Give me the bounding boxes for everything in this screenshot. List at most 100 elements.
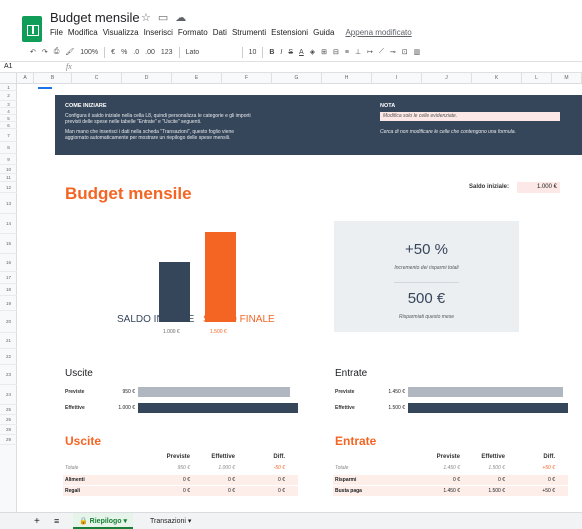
column-header[interactable]: K [472,73,522,84]
row-header[interactable]: 16 [0,254,17,272]
banner-text: previsti delle spese nelle tabelle "Entr… [65,119,202,125]
column-header[interactable]: E [172,73,222,84]
chart-icon[interactable]: ▥ [414,48,421,56]
row-header[interactable]: 1 [0,84,17,91]
currency-button[interactable]: € [111,49,115,56]
row-header[interactable]: 22 [0,349,17,365]
table-header: Previste [436,454,460,460]
all-sheets-icon[interactable]: ≡ [54,516,59,526]
saldo-iniziale-input[interactable]: 1.000 € [517,182,560,193]
menu-item[interactable]: Guida [313,28,334,37]
move-folder-icon[interactable]: ▭ [158,11,168,24]
star-icon[interactable]: ☆ [141,11,151,24]
row-category: Alimenti [65,477,85,483]
fx-icon: fx [66,62,72,71]
font-select[interactable]: Lato [186,49,236,56]
sheet-grid[interactable]: COME INIZIARE Configura il saldo inizial… [17,84,582,512]
summary-row-value: 950 € [122,389,135,395]
column-header[interactable]: D [122,73,172,84]
redo-icon[interactable]: ↷ [42,48,48,56]
document-title[interactable]: Budget mensile [50,10,140,25]
menu-item[interactable]: Dati [213,28,227,37]
undo-icon[interactable]: ↶ [30,48,36,56]
text-color-button[interactable]: A [299,49,304,56]
row-header[interactable]: 9 [0,154,17,165]
row-value: 1.500 € [488,488,505,494]
merge-icon[interactable]: ⊟ [333,48,339,56]
table-header: Diff. [543,454,555,460]
column-header[interactable]: L [522,73,552,84]
column-header[interactable]: J [422,73,472,84]
menu-item[interactable]: Estensioni [271,28,308,37]
menu-item[interactable]: Visualizza [103,28,139,37]
row-header[interactable]: 21 [0,333,17,349]
valign-icon[interactable]: ⊥ [355,48,361,56]
paint-format-icon[interactable]: 🖌 [65,48,74,56]
row-category: Risparmi [335,477,357,483]
select-all-corner[interactable] [0,73,17,84]
row-header[interactable]: 14 [0,214,17,234]
comment-icon[interactable]: ⊡ [402,48,408,56]
number-format-select[interactable]: 123 [161,49,173,56]
row-header[interactable]: 28 [0,425,17,435]
menu-item[interactable]: Inserisci [144,28,173,37]
italic-button[interactable]: I [280,49,282,56]
tab-transazioni[interactable]: Transazioni ▾ [150,517,191,525]
menu-item[interactable]: File [50,28,63,37]
link-icon[interactable]: ⊸ [390,48,396,56]
row-header[interactable]: 29 [0,435,17,445]
column-header[interactable]: B [34,73,72,84]
row-header[interactable]: 10 [0,165,17,174]
menu-item[interactable]: Formato [178,28,208,37]
strikethrough-button[interactable]: S [288,49,293,56]
wrap-icon[interactable]: ↦ [367,48,373,56]
row-header[interactable]: 13 [0,193,17,214]
row-header[interactable]: 4 [0,108,17,115]
row-header[interactable]: 26 [0,415,17,425]
column-header[interactable]: C [72,73,122,84]
row-header[interactable]: 24 [0,385,17,405]
name-box[interactable]: A1 [4,63,13,70]
row-header[interactable]: 7 [0,129,17,142]
decrease-decimal-button[interactable]: .0 [133,49,139,56]
borders-icon[interactable]: ⊞ [321,48,327,56]
tab-riepilogo[interactable]: 🔒 Riepilogo ▾ [73,513,134,529]
align-icon[interactable]: ≡ [345,49,349,56]
column-header[interactable]: H [322,73,372,84]
table-header: Effettive [211,454,235,460]
row-header[interactable]: 8 [0,142,17,154]
fill-color-icon[interactable]: ◈ [310,48,315,56]
row-header[interactable]: 2 [0,91,17,101]
increase-decimal-button[interactable]: .00 [145,49,155,56]
add-sheet-icon[interactable]: + [34,516,40,527]
column-header[interactable]: I [372,73,422,84]
row-header[interactable]: 11 [0,174,17,182]
menu-item[interactable]: Strumenti [232,28,266,37]
row-header[interactable]: 18 [0,284,17,296]
bold-button[interactable]: B [269,49,274,56]
sheets-logo-icon[interactable] [22,16,42,42]
row-header[interactable]: 15 [0,234,17,254]
column-header[interactable]: M [552,73,582,84]
zoom-select[interactable]: 100% [80,49,98,56]
font-size-select[interactable]: 10 [249,49,257,56]
cloud-status-icon[interactable]: ☁ [175,11,186,24]
row-value: 0 € [228,488,235,494]
column-header[interactable]: F [222,73,272,84]
row-header[interactable]: 17 [0,272,17,284]
menu-item[interactable]: Modifica [68,28,98,37]
row-header[interactable]: 3 [0,101,17,108]
row-header[interactable]: 25 [0,405,17,415]
row-header[interactable]: 20 [0,311,17,333]
row-header[interactable]: 6 [0,122,17,129]
column-header[interactable]: A [17,73,34,84]
column-header[interactable]: G [272,73,322,84]
last-edit-link[interactable]: Appena modificato [345,28,411,37]
row-header[interactable]: 23 [0,365,17,385]
row-header[interactable]: 19 [0,296,17,311]
percent-button[interactable]: % [121,49,127,56]
row-header[interactable]: 12 [0,182,17,193]
row-header[interactable]: 5 [0,115,17,122]
rotate-icon[interactable]: ⟋ [379,48,384,56]
print-icon[interactable]: ⎙ [54,48,60,56]
